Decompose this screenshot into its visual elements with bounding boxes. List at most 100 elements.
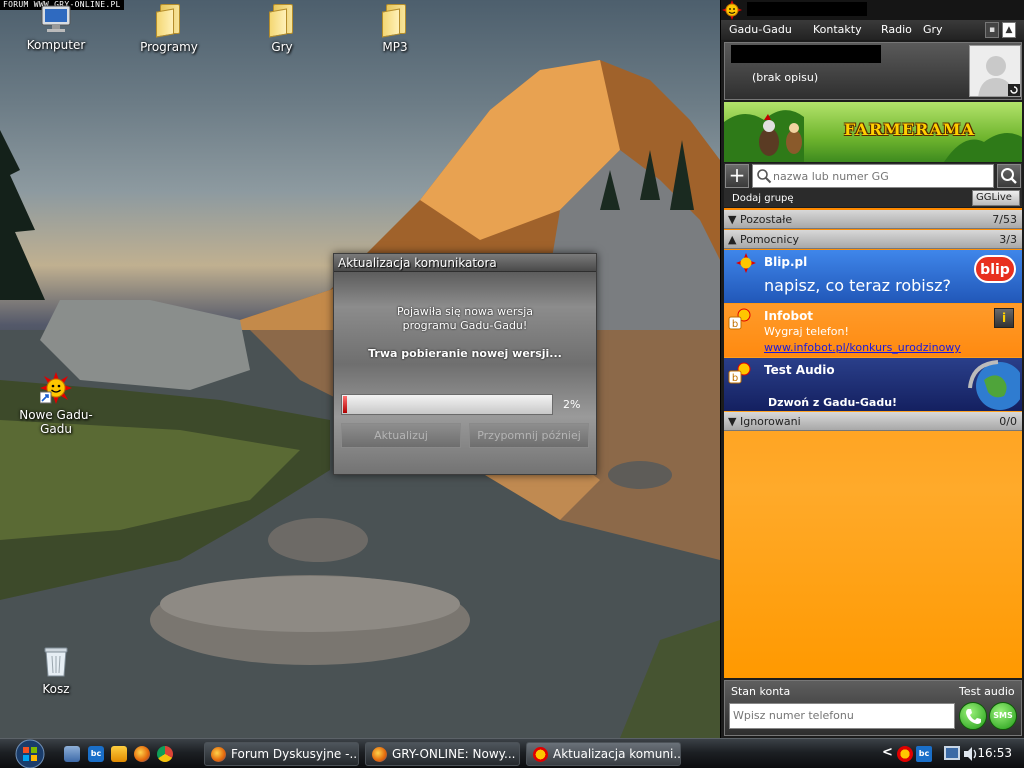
task-label: Aktualizacja komuni... [553,747,681,761]
search-icon [757,169,772,184]
contact-name: Test Audio [764,363,835,377]
update-button[interactable]: Aktualizuj [341,423,461,448]
chrome-icon[interactable] [157,746,173,762]
task-forum-dyskusyjne[interactable]: Forum Dyskusyjne -... [204,742,359,766]
phone-icon [966,709,981,724]
menu-radio[interactable]: Radio [881,23,912,36]
desktop-icon-recycle-bin[interactable]: Kosz [11,646,101,696]
contact-link[interactable]: www.infobot.pl/konkurs_urodzinowy [764,341,961,354]
menu-gadu-gadu[interactable]: Gadu-Gadu [729,23,792,36]
contact-name: Infobot [764,309,814,323]
menu-gry[interactable]: Gry [923,23,943,36]
menu-kontakty[interactable]: Kontakty [813,23,862,36]
collapsed-arrow-icon: ▼ [728,213,737,226]
contact-test-audio[interactable]: b Test Audio Dzwoń z Gadu-Gadu! www.gadu… [724,358,1022,411]
dialog-message: Pojawiła się nowa wersja programu Gadu-G… [334,305,596,333]
contact-description: Dzwoń z Gadu-Gadu! www.gaduair.pl/telefo… [768,396,923,411]
desktop-icon-mp3[interactable]: MP3 [350,4,440,54]
gadu-gadu-sun-icon [40,372,72,404]
desktop-icon-gry[interactable]: Gry [237,4,327,54]
group-header-pozostale[interactable]: ▼ Pozostałe 7/53 [724,210,1022,229]
avatar-placeholder-icon [978,56,1020,96]
phone-field[interactable] [729,703,955,729]
group-count: 3/3 [999,233,1017,246]
add-group-link[interactable]: Dodaj grupę [732,193,794,204]
network-icon[interactable] [944,746,960,760]
test-audio-link[interactable]: Test audio [959,685,1015,698]
media-player-icon[interactable] [111,746,127,762]
gg-profile: (brak opisu) [724,42,1022,100]
contact-description: napisz, co teraz robisz? [764,276,951,295]
download-status: Trwa pobieranie nowej wersji... [368,347,562,360]
minimize-button[interactable]: ▪ [985,22,999,38]
group-count: 7/53 [992,213,1017,226]
desktop-icon-label: Gry [271,40,293,54]
gadu-gadu-sun-icon [722,0,742,20]
farmerama-banner[interactable]: FARMERAMA [724,102,1022,162]
phone-input[interactable] [733,709,949,722]
dialog-title[interactable]: Aktualizacja komunikatora [334,254,596,272]
status-description[interactable]: (brak opisu) [752,71,818,84]
banner-title: FARMERAMA [844,120,975,139]
redacted-username [747,2,867,16]
system-tray: < bc 16:53 [878,739,1024,768]
contact-description: Wygraj telefon! [764,325,849,338]
gadu-gadu-tray-icon[interactable] [897,746,913,762]
add-contact-button[interactable]: + [725,164,749,188]
show-desktop-icon[interactable] [64,746,80,762]
gg-bot-icon: b [728,308,751,330]
group-header-ignorowani[interactable]: ▼ Ignorowani 0/0 [724,412,1022,431]
desktop-icon-programy[interactable]: Programy [124,4,214,54]
contact-search[interactable] [752,164,994,188]
gglive-label: GGLive [976,192,1012,203]
contact-infobot[interactable]: b Infobot Wygraj telefon! www.infobot.pl… [724,304,1022,357]
gadu-gadu-window: Gadu-Gadu Kontakty Radio Gry ▪ ▲ (brak o… [720,0,1024,738]
gg-phone-panel: Stan konta Test audio SMS [724,680,1022,736]
call-button[interactable] [959,702,987,730]
gg-subbar: Dodaj grupę GGLive ▼ [724,189,1022,217]
collapsed-arrow-icon: ▼ [728,415,737,428]
desktop-icon-label: Komputer [26,38,86,52]
gg-titlebar[interactable] [721,0,1024,20]
progress-percent: 2% [563,398,581,411]
start-button[interactable] [10,739,50,768]
avatar[interactable] [969,45,1021,97]
search-button[interactable] [997,164,1021,188]
tray-chevron-icon[interactable]: < [882,745,893,760]
desktop-icon-nowe-gadu-gadu[interactable]: Nowe Gadu-Gadu [9,372,103,436]
desktop-icon-label: Nowe Gadu-Gadu [19,408,93,436]
task-gry-online[interactable]: GRY-ONLINE: Nowy... [365,742,520,766]
progress-fill [343,396,347,413]
clock[interactable]: 16:53 [977,746,1012,760]
info-icon[interactable]: i [994,308,1014,328]
task-aktualizacja[interactable]: Aktualizacja komuni... [526,742,681,766]
search-input[interactable] [773,168,989,184]
account-status-link[interactable]: Stan konta [731,685,790,698]
expanded-arrow-icon: ▲ [728,233,737,246]
desktop-icon-computer[interactable]: Komputer [11,4,101,52]
firefox-icon[interactable] [134,746,150,762]
sms-button[interactable]: SMS [989,702,1017,730]
redacted-status-name [731,45,881,63]
contact-list: ▼ Pozostałe 7/53 ▲ Pomocnicy 3/3 Blip.pl… [724,208,1022,678]
gg-bot-icon: b [728,362,751,384]
gg-status-sun-icon [736,253,756,273]
progress-track [341,394,553,415]
gg-menubar: Gadu-Gadu Kontakty Radio Gry ▪ ▲ [721,20,1024,40]
folder-icon [269,4,295,38]
gglive-dropdown[interactable]: GGLive ▼ [972,190,1020,217]
group-name: Pomocnicy [739,233,800,246]
desktop-icon-label: Programy [140,40,198,54]
bc-launcher-icon[interactable]: bc [88,746,104,762]
desktop-icon-label: MP3 [382,40,408,54]
scroll-up-icon[interactable]: ▲ [1002,22,1016,38]
computer-icon [41,5,71,32]
group-header-pomocnicy[interactable]: ▲ Pomocnicy 3/3 [724,230,1022,249]
blip-logo: blip [974,255,1016,283]
group-name: Pozostałe [739,213,793,226]
remind-later-button[interactable]: Przypomnij później [469,423,589,448]
contact-blip[interactable]: Blip.pl napisz, co teraz robisz? blip [724,250,1022,303]
folder-icon [156,4,182,38]
bc-tray-icon[interactable]: bc [916,746,932,762]
gg-search-bar: + [724,163,1022,189]
